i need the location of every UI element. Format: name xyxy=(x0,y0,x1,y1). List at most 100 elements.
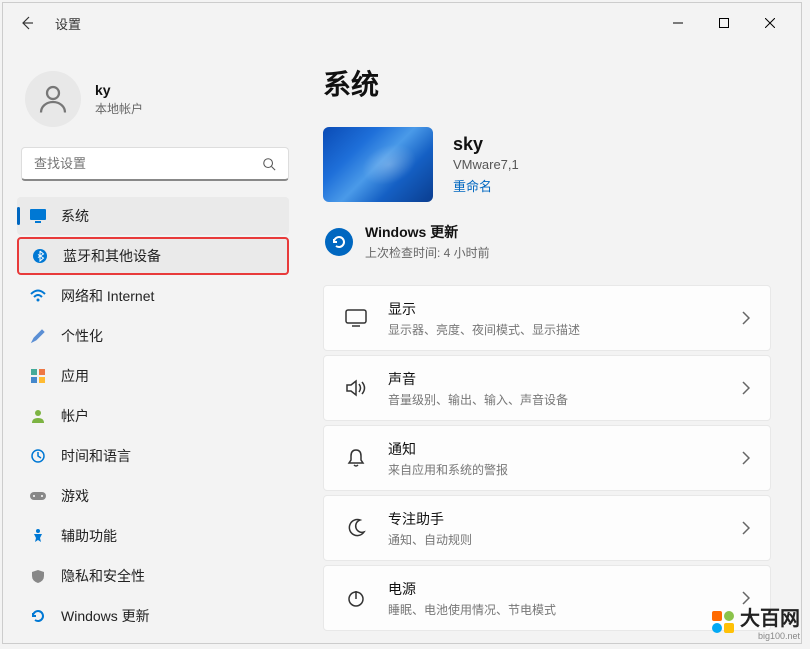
setting-item-focus-assist[interactable]: 专注助手 通知、自动规则 xyxy=(323,495,771,561)
setting-title: 通知 xyxy=(388,439,742,459)
user-info: ky 本地帐户 xyxy=(95,82,143,117)
window-controls xyxy=(655,7,793,39)
brush-icon xyxy=(29,327,47,345)
device-wallpaper-preview[interactable] xyxy=(323,127,433,202)
update-text: Windows 更新 上次检查时间: 4 小时前 xyxy=(365,222,490,261)
update-refresh-icon xyxy=(325,228,353,256)
chevron-right-icon xyxy=(742,381,750,395)
display-icon xyxy=(344,306,368,330)
setting-item-display[interactable]: 显示 显示器、亮度、夜间模式、显示描述 xyxy=(323,285,771,351)
moon-icon xyxy=(344,516,368,540)
device-model: VMware7,1 xyxy=(453,157,519,172)
setting-subtitle: 来自应用和系统的警报 xyxy=(388,461,742,478)
nav-label: 隐私和安全性 xyxy=(61,566,145,586)
user-section[interactable]: ky 本地帐户 xyxy=(17,63,303,147)
bluetooth-icon xyxy=(31,247,49,265)
watermark: 大百网 big100.net xyxy=(712,602,800,641)
watermark-url: big100.net xyxy=(740,631,800,641)
minimize-icon xyxy=(673,18,683,28)
settings-window: 设置 ky 本地帐户 xyxy=(2,2,802,644)
shield-icon xyxy=(29,567,47,585)
update-title: Windows 更新 xyxy=(365,222,490,242)
nav-item-system[interactable]: 系统 xyxy=(17,197,289,235)
page-title: 系统 xyxy=(323,63,771,103)
window-title: 设置 xyxy=(55,14,81,33)
nav-list: 系统 蓝牙和其他设备 网络和 Internet 个性化 应用 xyxy=(17,197,303,635)
nav-label: 辅助功能 xyxy=(61,526,117,546)
nav-label: 个性化 xyxy=(61,326,103,346)
nav-item-privacy[interactable]: 隐私和安全性 xyxy=(17,557,289,595)
nav-item-personalization[interactable]: 个性化 xyxy=(17,317,289,355)
setting-subtitle: 通知、自动规则 xyxy=(388,531,742,548)
accessibility-icon xyxy=(29,527,47,545)
device-info: sky VMware7,1 重命名 xyxy=(453,134,519,196)
setting-text: 声音 音量级别、输出、输入、声音设备 xyxy=(388,369,742,408)
nav-label: 时间和语言 xyxy=(61,446,131,466)
avatar xyxy=(25,71,81,127)
maximize-icon xyxy=(719,18,729,28)
wifi-icon xyxy=(29,287,47,305)
system-icon xyxy=(29,207,47,225)
nav-item-gaming[interactable]: 游戏 xyxy=(17,477,289,515)
arrow-left-icon xyxy=(19,15,35,31)
chevron-right-icon xyxy=(742,521,750,535)
person-icon xyxy=(35,81,71,117)
apps-icon xyxy=(29,367,47,385)
setting-item-notifications[interactable]: 通知 来自应用和系统的警报 xyxy=(323,425,771,491)
rename-link[interactable]: 重命名 xyxy=(453,176,492,195)
nav-label: Windows 更新 xyxy=(61,606,150,626)
update-icon xyxy=(29,607,47,625)
sound-icon xyxy=(344,376,368,400)
minimize-button[interactable] xyxy=(655,7,701,39)
chevron-right-icon xyxy=(742,311,750,325)
setting-text: 显示 显示器、亮度、夜间模式、显示描述 xyxy=(388,299,742,338)
back-button[interactable] xyxy=(11,7,43,39)
device-name: sky xyxy=(453,134,519,155)
main-panel: 系统 sky VMware7,1 重命名 Windows 更新 上次检查时间: … xyxy=(303,43,801,643)
nav-item-time-language[interactable]: 时间和语言 xyxy=(17,437,289,475)
setting-item-power[interactable]: 电源 睡眠、电池使用情况、节电模式 xyxy=(323,565,771,631)
watermark-text: 大百网 xyxy=(740,608,800,630)
user-account-type: 本地帐户 xyxy=(95,100,143,117)
setting-title: 声音 xyxy=(388,369,742,389)
power-icon xyxy=(344,586,368,610)
search-icon xyxy=(262,157,276,171)
nav-item-accessibility[interactable]: 辅助功能 xyxy=(17,517,289,555)
nav-item-network[interactable]: 网络和 Internet xyxy=(17,277,289,315)
nav-item-accounts[interactable]: 帐户 xyxy=(17,397,289,435)
bell-icon xyxy=(344,446,368,470)
close-icon xyxy=(765,18,775,28)
setting-title: 显示 xyxy=(388,299,742,319)
titlebar: 设置 xyxy=(3,3,801,43)
setting-title: 专注助手 xyxy=(388,509,742,529)
device-section: sky VMware7,1 重命名 xyxy=(323,127,771,202)
close-button[interactable] xyxy=(747,7,793,39)
chevron-right-icon xyxy=(742,451,750,465)
setting-item-sound[interactable]: 声音 音量级别、输出、输入、声音设备 xyxy=(323,355,771,421)
setting-subtitle: 睡眠、电池使用情况、节电模式 xyxy=(388,601,742,618)
nav-label: 帐户 xyxy=(61,406,89,426)
search-box[interactable] xyxy=(21,147,289,181)
nav-item-windows-update[interactable]: Windows 更新 xyxy=(17,597,289,635)
update-subtitle: 上次检查时间: 4 小时前 xyxy=(365,244,490,261)
sidebar: ky 本地帐户 系统 蓝牙和其他设备 网络和 In xyxy=(3,43,303,643)
maximize-button[interactable] xyxy=(701,7,747,39)
setting-subtitle: 音量级别、输出、输入、声音设备 xyxy=(388,391,742,408)
nav-label: 系统 xyxy=(61,206,89,226)
search-input[interactable] xyxy=(34,156,262,171)
setting-text: 专注助手 通知、自动规则 xyxy=(388,509,742,548)
nav-label: 游戏 xyxy=(61,486,89,506)
account-icon xyxy=(29,407,47,425)
setting-subtitle: 显示器、亮度、夜间模式、显示描述 xyxy=(388,321,742,338)
nav-label: 应用 xyxy=(61,366,89,386)
nav-item-bluetooth[interactable]: 蓝牙和其他设备 xyxy=(17,237,289,275)
content-area: ky 本地帐户 系统 蓝牙和其他设备 网络和 In xyxy=(3,43,801,643)
clock-globe-icon xyxy=(29,447,47,465)
settings-list: 显示 显示器、亮度、夜间模式、显示描述 声音 音量级别、输出、输入、声音设备 xyxy=(323,285,771,631)
user-name: ky xyxy=(95,82,143,98)
setting-title: 电源 xyxy=(388,579,742,599)
nav-label: 网络和 Internet xyxy=(61,286,154,306)
nav-item-apps[interactable]: 应用 xyxy=(17,357,289,395)
windows-update-status[interactable]: Windows 更新 上次检查时间: 4 小时前 xyxy=(323,222,771,261)
watermark-logo-icon xyxy=(712,611,734,633)
